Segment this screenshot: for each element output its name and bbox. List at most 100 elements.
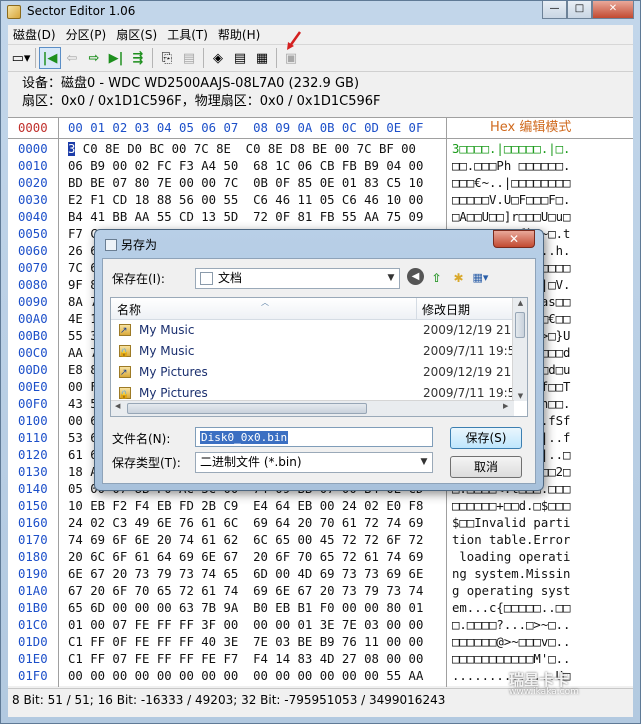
new-folder-icon[interactable]: ✱: [449, 268, 468, 287]
export-icon[interactable]: ▤: [229, 47, 251, 69]
list-item[interactable]: My Music 2009/7/11 19:57: [115, 341, 515, 363]
window-title: Sector Editor 1.06: [27, 4, 136, 18]
row-ascii[interactable]: □□□□□□@>~□□□v□..: [452, 634, 570, 651]
row-hex-bytes[interactable]: 06 B9 00 02 FC F3 A4 50 68 1C 06 CB FB B…: [68, 158, 423, 175]
row-hex-bytes[interactable]: 01 00 07 FE FF FF 3F 00 00 00 01 3E 7E 0…: [68, 617, 423, 634]
list-item[interactable]: My Pictures 2009/7/11 19:57: [115, 383, 515, 400]
row-hex-bytes[interactable]: 24 02 C3 49 6E 76 61 6C 69 64 20 70 61 7…: [68, 515, 423, 532]
row-hex-bytes[interactable]: E2 F1 CD 18 88 56 00 55 C6 46 11 05 C6 4…: [68, 192, 423, 209]
scroll-thumb[interactable]: [127, 403, 367, 414]
file-name: My Pictures: [139, 365, 208, 379]
row-ascii[interactable]: loading operati: [452, 549, 570, 566]
horizontal-scrollbar[interactable]: ◀ ▶: [111, 400, 514, 416]
column-name[interactable]: 名称: [117, 301, 141, 318]
maximize-button[interactable]: □: [567, 1, 592, 19]
first-sector-icon[interactable]: |◀: [39, 47, 61, 69]
row-hex-bytes[interactable]: C1 FF 0F FE FF FF 40 3E 7E 03 BE B9 76 1…: [68, 634, 423, 651]
close-button[interactable]: ✕: [592, 1, 634, 19]
row-ascii[interactable]: 3□□□□.|□□□□□.|□.: [452, 141, 570, 158]
row-hex-bytes[interactable]: 10 EB F2 F4 EB FD 2B C9 E4 64 EB 00 24 0…: [68, 498, 423, 515]
app-icon: [7, 5, 21, 19]
column-date[interactable]: 修改日期: [422, 301, 470, 318]
vertical-scrollbar[interactable]: ▲ ▼: [512, 298, 527, 401]
row-offset: 01C0: [18, 618, 48, 632]
row-ascii[interactable]: □.□□□□?...□>~□..: [452, 617, 570, 634]
list-item[interactable]: My Music 2009/12/19 21:49: [115, 320, 515, 341]
row-hex-bytes[interactable]: C1 FF 07 FE FF FF FE F7 F4 14 83 4D 27 0…: [68, 651, 423, 668]
toolbar-separator: [276, 48, 277, 68]
menu-disk[interactable]: 磁盘(D): [8, 26, 61, 43]
row-offset: 0050: [18, 227, 48, 241]
filetype-value: 二进制文件 (*.bin): [200, 455, 302, 469]
row-ascii[interactable]: □A□□U□□]r□□□U□u□: [452, 209, 570, 226]
row-hex-bytes[interactable]: 3 C0 8E D0 BC 00 7C 8E C0 8E D8 BE 00 7C…: [68, 141, 416, 158]
chevron-down-icon: ▼: [420, 457, 428, 467]
save-to-file-icon[interactable]: ▦: [251, 47, 273, 69]
dialog-title-bar[interactable]: 另存为: [105, 236, 157, 253]
paste-icon[interactable]: ▤: [178, 47, 200, 69]
row-hex-bytes[interactable]: 67 20 6F 70 65 72 61 74 69 6E 67 20 73 7…: [68, 583, 423, 600]
row-ascii[interactable]: □□□□□□+□□d.□$□□□: [452, 498, 570, 515]
save-in-combo[interactable]: 文档 ▼: [195, 268, 400, 289]
save-button[interactable]: 保存(S): [450, 427, 522, 449]
last-sector-icon[interactable]: ▶|: [105, 47, 127, 69]
menu-partition[interactable]: 分区(P): [61, 26, 112, 43]
minimize-button[interactable]: —: [542, 1, 567, 19]
file-list-header: ︿ 名称 修改日期: [111, 298, 514, 320]
dialog-close-button[interactable]: ✕: [493, 230, 535, 248]
row-offset: 00D0: [18, 363, 48, 377]
row-ascii[interactable]: □□.□□□Ph □□□□□□.: [452, 158, 570, 175]
file-name: My Music: [139, 344, 195, 358]
row-hex-bytes[interactable]: B4 41 BB AA 55 CD 13 5D 72 0F 81 FB 55 A…: [68, 209, 423, 226]
row-hex-bytes[interactable]: BD BE 07 80 7E 00 00 7C 0B 0F 85 0E 01 8…: [68, 175, 423, 192]
row-ascii[interactable]: □□□□□V.U□F□□□F□.: [452, 192, 570, 209]
row-ascii[interactable]: □□□€~..|□□□□□□□□: [452, 175, 570, 192]
title-bar[interactable]: Sector Editor 1.06 — □ ✕: [1, 1, 640, 23]
next-sector-icon[interactable]: ⇨: [83, 47, 105, 69]
divider: [8, 138, 633, 139]
scroll-left-icon[interactable]: ◀: [115, 402, 120, 410]
row-ascii[interactable]: em...c{□□□□□..□□: [452, 600, 570, 617]
scroll-down-icon[interactable]: ▼: [513, 392, 528, 400]
previous-sector-icon[interactable]: ⇦: [61, 47, 83, 69]
row-offset: 0060: [18, 244, 48, 258]
row-hex-bytes[interactable]: 6E 67 20 73 79 73 74 65 6D 00 4D 69 73 7…: [68, 566, 423, 583]
scroll-right-icon[interactable]: ▶: [503, 402, 508, 410]
row-hex-bytes[interactable]: 00 00 00 00 00 00 00 00 00 00 00 00 00 0…: [68, 668, 423, 685]
row-hex-bytes[interactable]: 20 6C 6F 61 64 69 6E 67 20 6F 70 65 72 6…: [68, 549, 423, 566]
scroll-thumb[interactable]: [515, 312, 525, 338]
goto-sector-icon[interactable]: ⇶: [127, 47, 149, 69]
row-offset: 0120: [18, 448, 48, 462]
disk-select-icon[interactable]: ▭▾: [10, 47, 32, 69]
filetype-label: 保存类型(T):: [112, 456, 181, 470]
row-ascii[interactable]: g operating syst: [452, 583, 570, 600]
toolbar: ▭▾ |◀ ⇦ ⇨ ▶| ⇶ ⎘ ▤ ◈ ▤ ▦ ▣: [8, 45, 633, 72]
menu-sector[interactable]: 扇区(S): [111, 26, 162, 43]
back-icon[interactable]: ◀: [407, 268, 424, 285]
list-item[interactable]: My Pictures 2009/12/19 21:49: [115, 362, 515, 383]
row-offset: 0080: [18, 278, 48, 292]
edit-mode-header: Hex 编辑模式: [490, 120, 572, 135]
row-ascii[interactable]: tion table.Error: [452, 532, 570, 549]
filename-input[interactable]: Disk0_0x0.bin: [195, 427, 433, 447]
menu-tools[interactable]: 工具(T): [162, 26, 213, 43]
menu-help[interactable]: 帮助(H): [213, 26, 265, 43]
filetype-select[interactable]: 二进制文件 (*.bin) ▼: [195, 452, 433, 473]
view-menu-icon[interactable]: ▦▾: [471, 268, 490, 287]
up-folder-icon[interactable]: ⇧: [427, 268, 446, 287]
file-list[interactable]: ︿ 名称 修改日期 My Music 2009/12/19 21:49 My M…: [110, 297, 528, 417]
copy-icon[interactable]: ⎘: [156, 47, 178, 69]
row-ascii[interactable]: $□□Invalid parti: [452, 515, 570, 532]
row-hex-bytes[interactable]: 65 6D 00 00 00 63 7B 9A B0 EB B1 F0 00 0…: [68, 600, 423, 617]
file-name: My Pictures: [139, 386, 208, 400]
shortcut-folder-icon: [119, 363, 131, 383]
file-date: 2009/7/11 19:57: [423, 386, 513, 400]
cancel-button[interactable]: 取消: [450, 456, 522, 478]
row-hex-bytes[interactable]: 74 69 6F 6E 20 74 61 62 6C 65 00 45 72 7…: [68, 532, 423, 549]
row-ascii[interactable]: ng system.Missin: [452, 566, 570, 583]
scroll-up-icon[interactable]: ▲: [513, 299, 528, 307]
row-offset: 01F0: [18, 669, 48, 683]
sector-line: 扇区：0x0 / 0x1D1C596F，物理扇区：0x0 / 0x1D1C596…: [22, 94, 381, 109]
row-ascii[interactable]: □□□□□□□□□□□M'□..: [452, 651, 570, 668]
fill-icon[interactable]: ◈: [207, 47, 229, 69]
